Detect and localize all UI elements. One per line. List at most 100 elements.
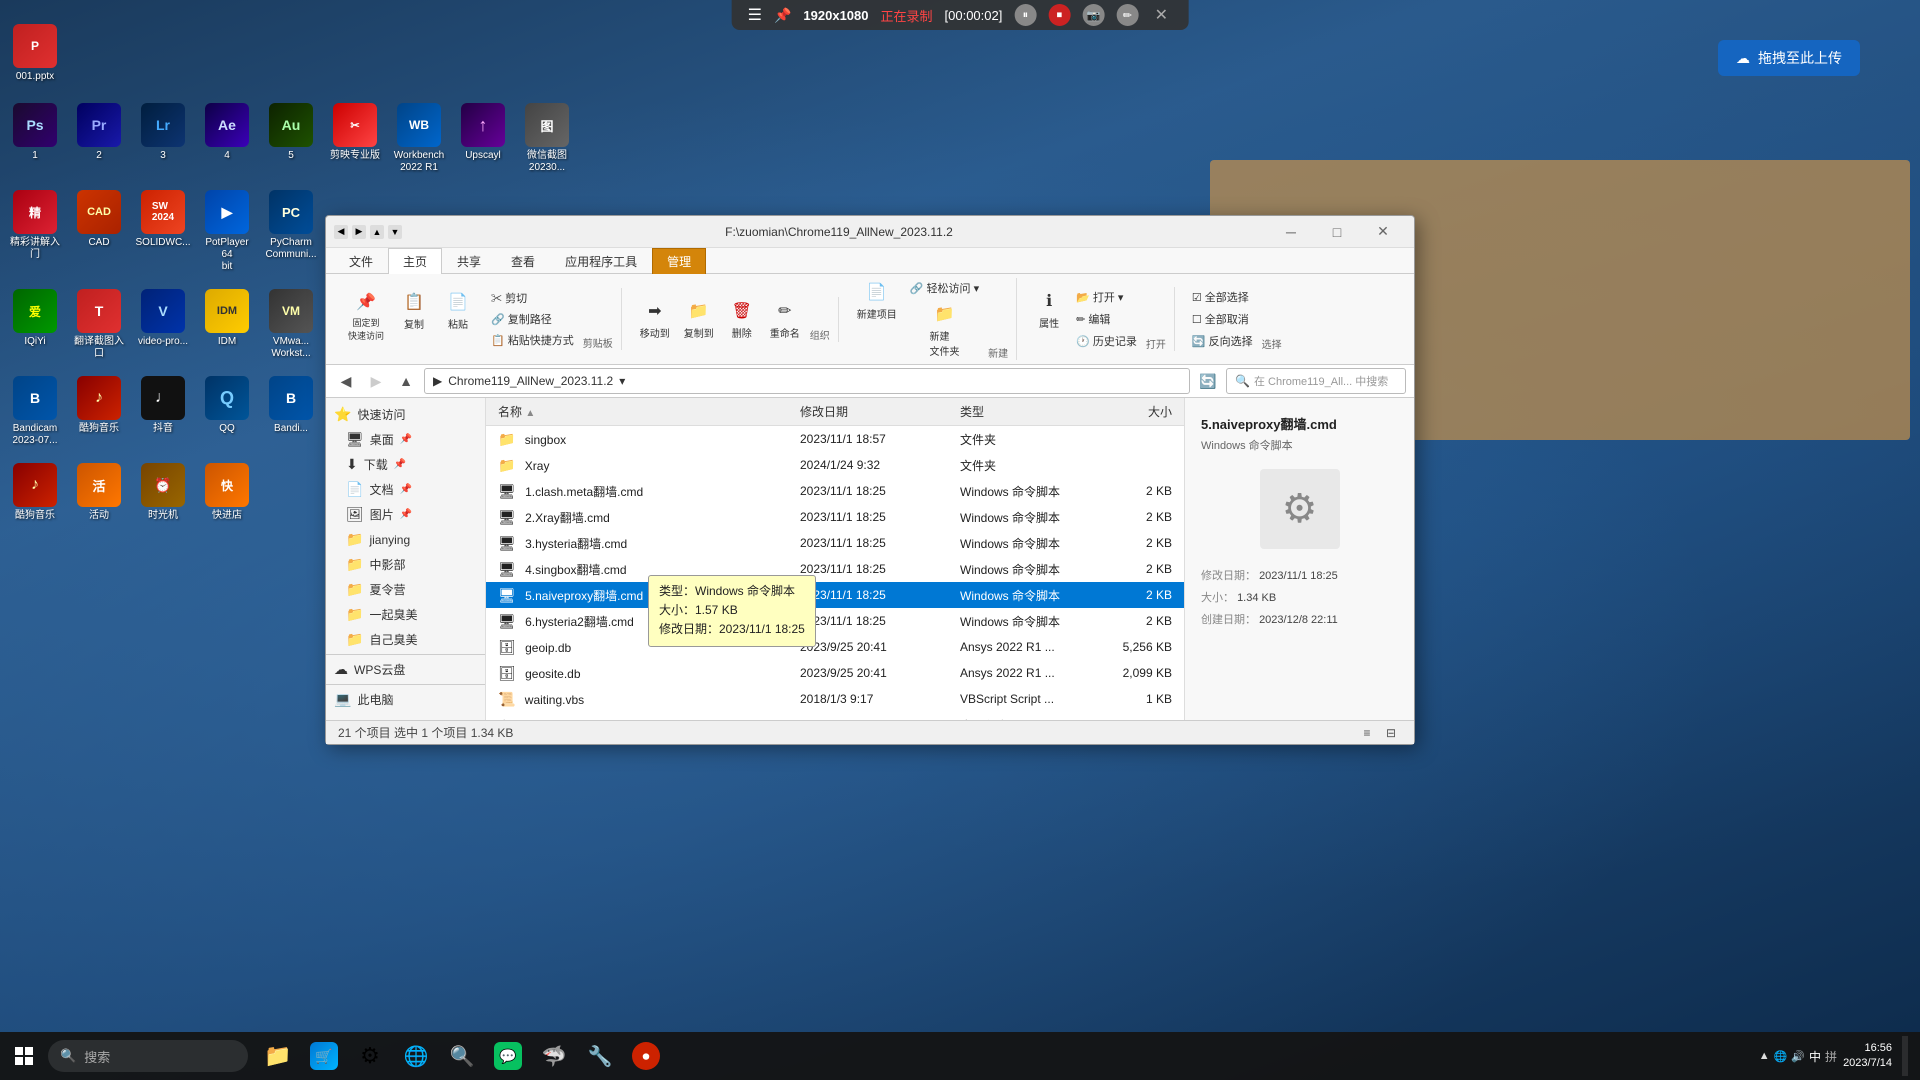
taskbar-app-browser2[interactable]: 🦈 — [532, 1034, 576, 1078]
address-path-display[interactable]: ▶ Chrome119_AllNew_2023.11.2 ▾ — [424, 368, 1190, 394]
taskbar-app-other2[interactable]: 🔧 — [578, 1034, 622, 1078]
recent-button[interactable]: ▼ — [388, 225, 402, 239]
desktop-icon-kugou2[interactable]: ♪ 酷狗音乐 — [5, 459, 65, 526]
table-row[interactable]: 🗄 geosite.db 2023/9/25 20:41 Ansys 2022 … — [486, 660, 1184, 686]
start-button[interactable] — [0, 1032, 48, 1080]
desktop-icon-pycharm[interactable]: PC PyCharmCommuni... — [261, 186, 321, 277]
tray-ime-en[interactable]: 拼 — [1825, 1048, 1837, 1065]
sidebar-item-downloads[interactable]: ⬇ 下载 📌 — [326, 452, 485, 477]
minimize-button[interactable]: ─ — [1268, 216, 1314, 248]
desktop-icon-vmware[interactable]: VM VMwa...Workst... — [261, 285, 321, 364]
pause-button[interactable]: ⏸ — [1014, 4, 1036, 26]
column-type[interactable]: 类型 — [956, 403, 1096, 420]
desktop-icon-cad[interactable]: CAD CAD — [69, 186, 129, 277]
open-button[interactable]: 📂 打开 ▾ — [1071, 287, 1142, 307]
sidebar-item-documents[interactable]: 📄 文档 📌 — [326, 477, 485, 502]
edit-button[interactable]: ✏ 编辑 — [1071, 309, 1142, 329]
list-view-button[interactable]: ≡ — [1356, 724, 1378, 742]
desktop-icon-wb[interactable]: WB Workbench2022 R1 — [389, 99, 449, 178]
table-row[interactable]: 🖥 6.hysteria2翻墙.cmd 2023/11/1 18:25 Wind… — [486, 608, 1184, 634]
copy-button[interactable]: 📋 复制 — [394, 288, 434, 333]
properties-button[interactable]: ℹ 属性 — [1029, 287, 1069, 351]
rename-button[interactable]: ✏ 重命名 — [764, 297, 806, 342]
menu-icon[interactable]: ☰ — [748, 5, 762, 25]
table-row[interactable]: 📁 singbox 2023/11/1 18:57 文件夹 — [486, 426, 1184, 452]
pen-button[interactable]: ✏ — [1116, 4, 1138, 26]
taskbar-app-wechat[interactable]: 💬 — [486, 1034, 530, 1078]
desktop-icon-ps[interactable]: Ps 1 — [5, 99, 65, 178]
new-folder-button[interactable]: 📁 新建文件夹 — [905, 300, 984, 360]
nav-back-button[interactable]: ◀ — [334, 369, 358, 393]
desktop-icon-douyin[interactable]: ♩ 抖音 — [133, 372, 193, 451]
desktop-icon-pptx[interactable]: P 001.pptx — [5, 20, 65, 87]
refresh-button[interactable]: 🔄 — [1196, 369, 1220, 393]
desktop-icon-bandicam1[interactable]: B Bandicam2023-07... — [5, 372, 65, 451]
taskbar-app-search[interactable]: 🔍 — [440, 1034, 484, 1078]
recording-close-button[interactable]: ✕ — [1150, 4, 1172, 26]
tab-manage[interactable]: 管理 — [652, 248, 706, 274]
desktop-icon-lr[interactable]: Lr 3 — [133, 99, 193, 178]
column-name[interactable]: 名称 ▲ — [494, 403, 796, 420]
paste-button[interactable]: 📄 粘贴 — [438, 288, 478, 333]
table-row[interactable]: 📜 waiting.vbs 2018/1/3 9:17 VBScript Scr… — [486, 686, 1184, 712]
taskbar-app-store[interactable]: 🛒 — [302, 1034, 346, 1078]
tray-network-icon[interactable]: 🌐 — [1774, 1050, 1788, 1063]
table-row[interactable]: 🖥 4.singbox翻墙.cmd 2023/11/1 18:25 Window… — [486, 556, 1184, 582]
forward-button[interactable]: ▶ — [352, 225, 366, 239]
sidebar-item-desktop[interactable]: 🖥 桌面 📌 — [326, 427, 485, 452]
desktop-icon-pr[interactable]: Pr 2 — [69, 99, 129, 178]
table-row[interactable]: 🖥 1.clash.meta翻墙.cmd 2023/11/1 18:25 Win… — [486, 478, 1184, 504]
desktop-icon-idm[interactable]: IDM IDM — [197, 285, 257, 364]
copy-path-button[interactable]: 🔗 复制路径 — [486, 309, 579, 329]
desktop-icon-qq[interactable]: Q QQ — [197, 372, 257, 451]
taskbar-clock[interactable]: 16:56 2023/7/14 — [1843, 1041, 1892, 1072]
tab-file[interactable]: 文件 — [334, 248, 388, 274]
nav-up-button[interactable]: ▲ — [394, 369, 418, 393]
sidebar-item-thispc[interactable]: 💻 此电脑 — [326, 687, 485, 712]
table-row[interactable]: 🗄 geoip.db 2023/9/25 20:41 Ansys 2022 R1… — [486, 634, 1184, 660]
taskbar-app-recording[interactable]: ⏺ — [624, 1034, 668, 1078]
easy-access-button[interactable]: 🔗 轻松访问 ▾ — [905, 278, 984, 298]
desktop-icon-sw2024[interactable]: SW2024 SOLIDWC... — [133, 186, 193, 277]
sidebar-item-jianying[interactable]: 📁 jianying — [326, 527, 485, 552]
taskbar-app-browser[interactable]: 🌐 — [394, 1034, 438, 1078]
delete-button[interactable]: 🗑 删除 — [722, 297, 762, 342]
desktop-icon-ae[interactable]: Ae 4 — [197, 99, 257, 178]
desktop-icon-kuaijin[interactable]: 快 快进店 — [197, 459, 257, 526]
desktop-icon-au[interactable]: Au 5 — [261, 99, 321, 178]
upload-button[interactable]: ☁ 拖拽至此上传 — [1718, 40, 1860, 76]
copy-to-button[interactable]: 📁 复制到 — [678, 297, 720, 342]
paste-shortcut-button[interactable]: 📋 粘贴快捷方式 — [486, 330, 579, 350]
desktop-icon-huodong[interactable]: 活 活动 — [69, 459, 129, 526]
taskbar-app-other1[interactable]: ⚙ — [348, 1034, 392, 1078]
close-button[interactable]: ✕ — [1360, 216, 1406, 248]
sidebar-item-zijichoumei[interactable]: 📁 自己臭美 — [326, 627, 485, 652]
cut-button[interactable]: ✂ 剪切 — [486, 288, 579, 308]
column-size[interactable]: 大小 — [1096, 403, 1176, 420]
desktop-icon-shiguangji[interactable]: ⏰ 时光机 — [133, 459, 193, 526]
tray-ime-zh[interactable]: 中 — [1809, 1048, 1821, 1065]
sidebar-item-pictures[interactable]: 🖼 图片 📌 — [326, 502, 485, 527]
desktop-icon-videopro[interactable]: V video-pro... — [133, 285, 193, 364]
select-all-button[interactable]: ☑ 全部选择 — [1187, 287, 1258, 307]
tab-share[interactable]: 共享 — [442, 248, 496, 274]
show-desktop-button[interactable] — [1902, 1036, 1908, 1076]
pin-icon[interactable]: 📌 — [774, 7, 791, 24]
tab-view[interactable]: 查看 — [496, 248, 550, 274]
sidebar-item-wpcloud[interactable]: ☁ WPS云盘 — [326, 657, 485, 682]
maximize-button[interactable]: □ — [1314, 216, 1360, 248]
tab-apptools[interactable]: 应用程序工具 — [550, 248, 652, 274]
sidebar-item-choumeijia[interactable]: 📁 一起臭美 — [326, 602, 485, 627]
sidebar-item-xialying[interactable]: 📁 夏令营 — [326, 577, 485, 602]
column-date[interactable]: 修改日期 — [796, 403, 956, 420]
sidebar-item-quickaccess[interactable]: ⭐ 快速访问 — [326, 402, 485, 427]
table-row[interactable]: 📁 Xray 2024/1/24 9:32 文件夹 — [486, 452, 1184, 478]
desktop-icon-wechat-games[interactable]: 图 微信截图20230... — [517, 99, 577, 178]
move-to-button[interactable]: ➡ 移动到 — [634, 297, 676, 342]
tray-volume-icon[interactable]: 🔊 — [1791, 1050, 1805, 1063]
tray-expand-icon[interactable]: ▲ — [1759, 1050, 1770, 1062]
desktop-icon-jianying[interactable]: ✂ 剪映专业版 — [325, 99, 385, 178]
select-none-button[interactable]: ☐ 全部取消 — [1187, 309, 1258, 329]
up-button[interactable]: ▲ — [370, 225, 384, 239]
desktop-icon-translate[interactable]: T 翻译截图入口 — [69, 285, 129, 364]
